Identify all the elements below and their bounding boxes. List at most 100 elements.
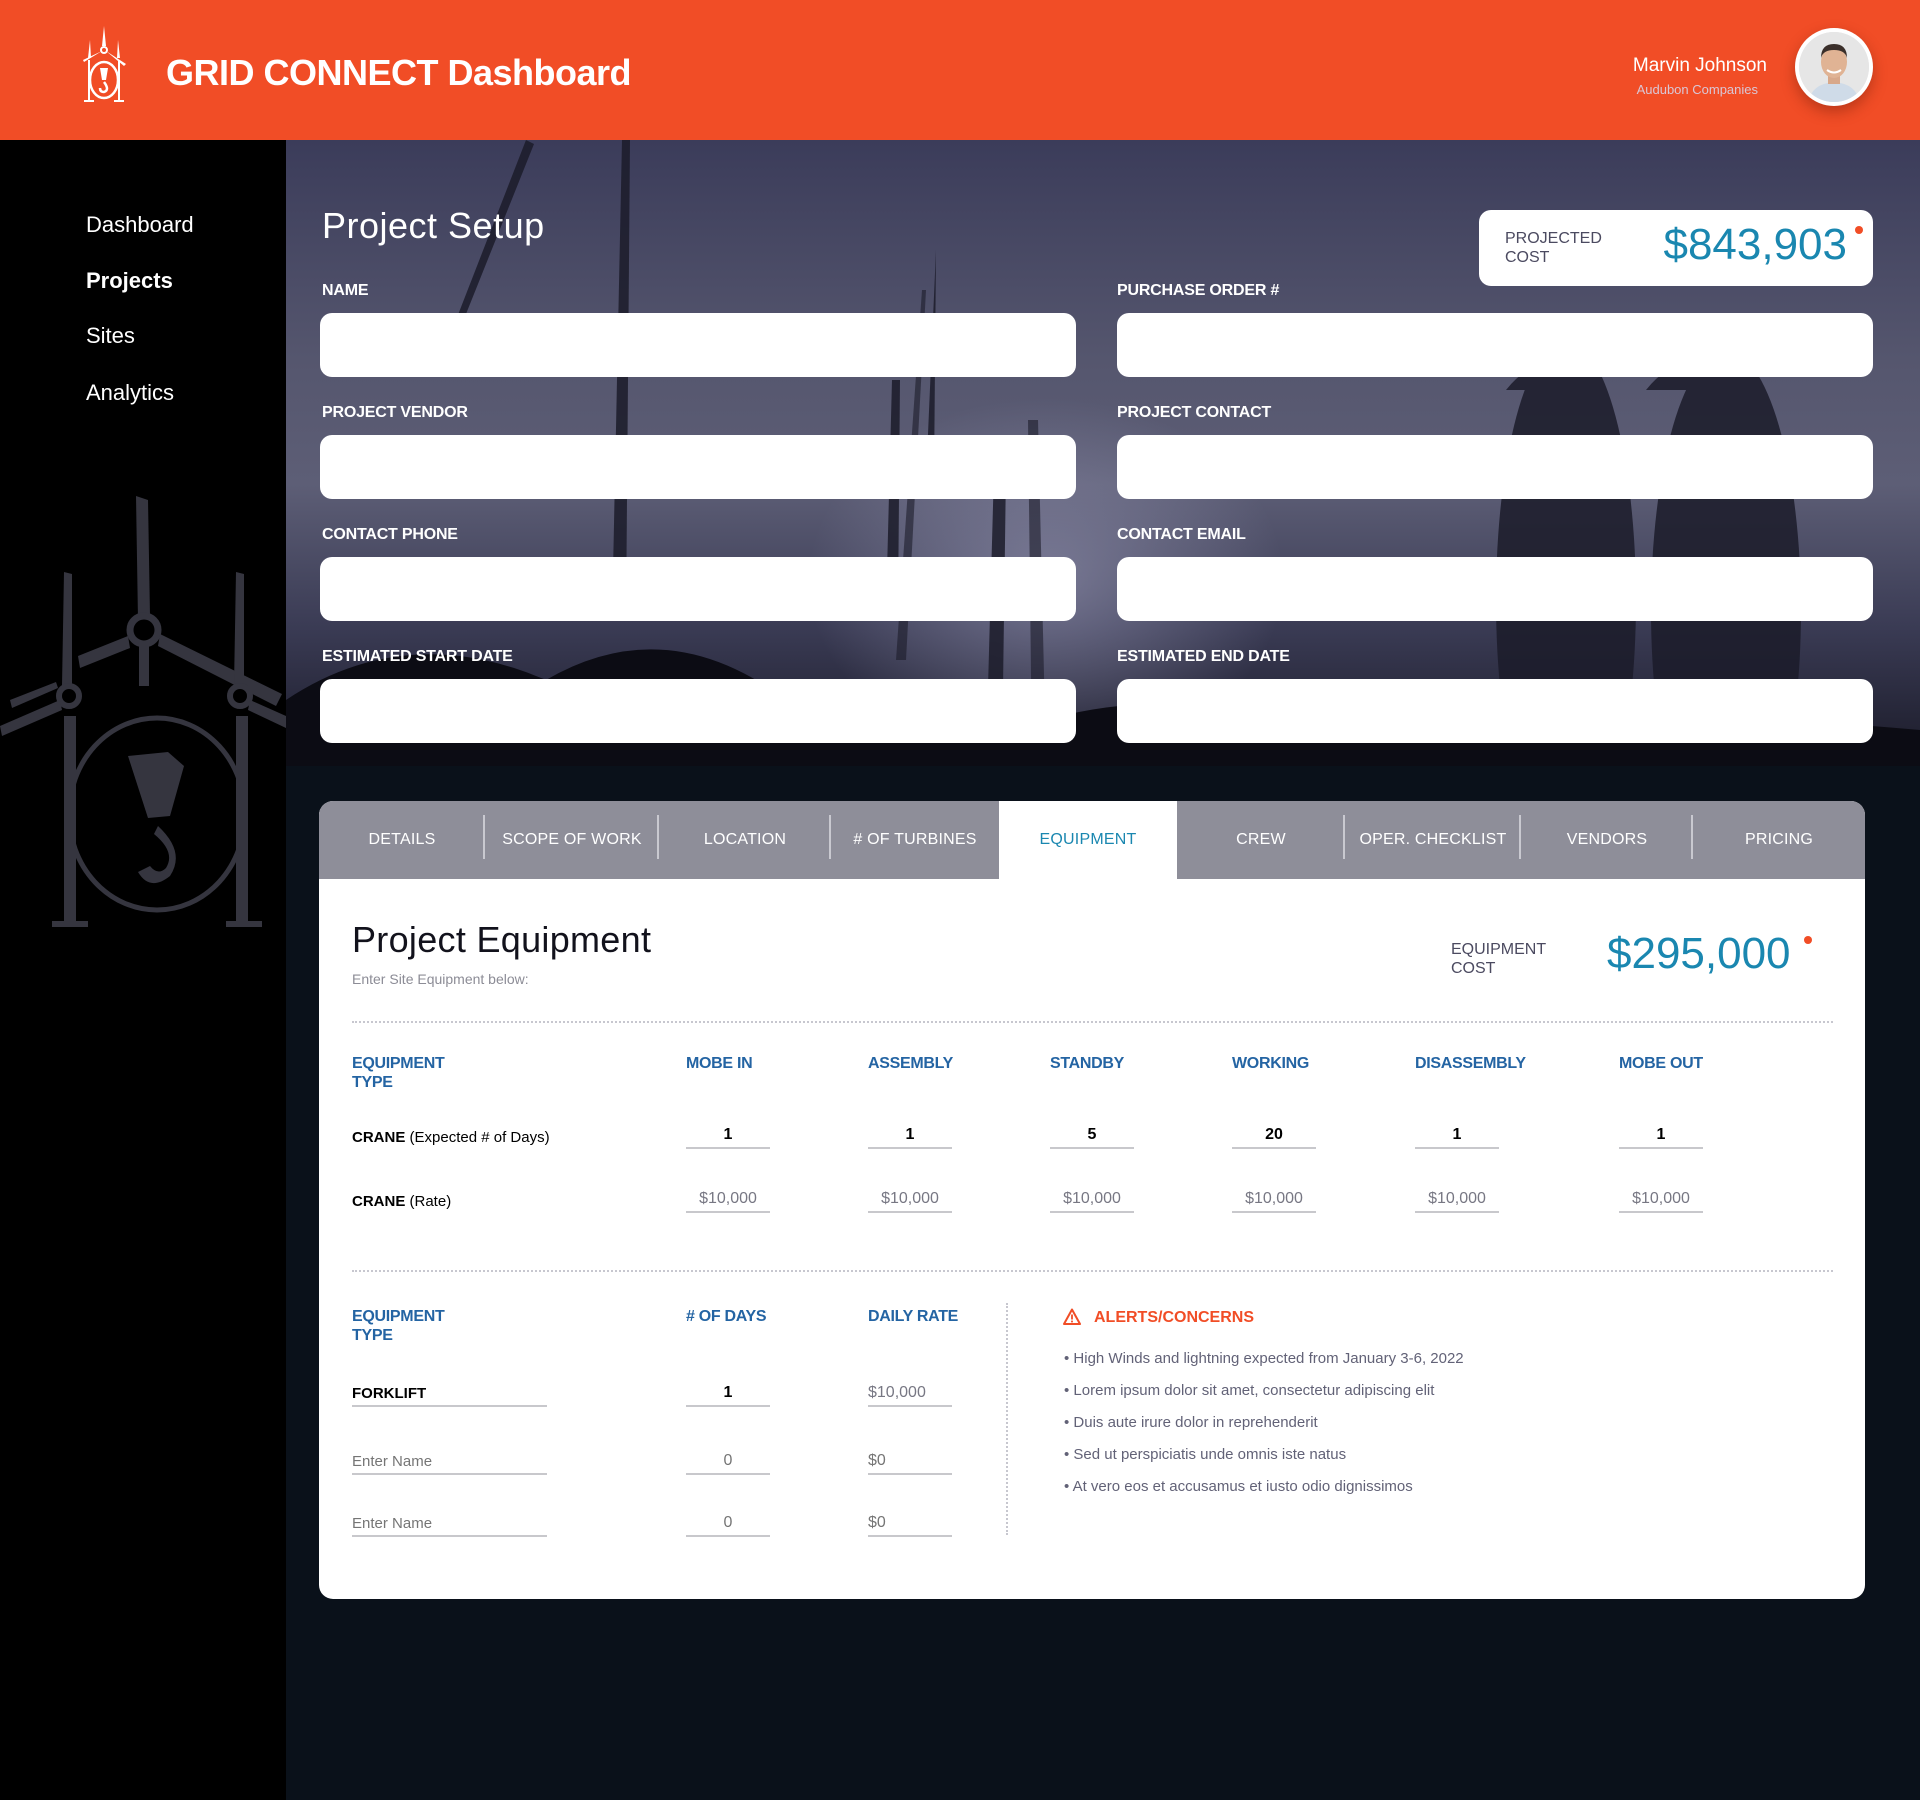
crane-rate-working-input[interactable] — [1232, 1187, 1316, 1213]
project-vendor-input[interactable] — [320, 435, 1076, 499]
tab-label: DETAILS — [368, 831, 436, 848]
tab-details[interactable]: DETAILS — [319, 801, 485, 879]
equipment-name-input[interactable] — [352, 1449, 547, 1475]
crane-name: CRANE — [352, 1129, 406, 1146]
equipment-days-input[interactable] — [686, 1449, 770, 1475]
wind-turbine-crane-logo-icon — [83, 26, 126, 102]
alert-item: • High Winds and lightning expected from… — [1064, 1350, 1464, 1367]
tab-label: VENDORS — [1566, 831, 1648, 848]
sidebar-item-projects[interactable]: Projects — [86, 268, 173, 294]
crane-days-label: CRANE (Expected # of Days) — [352, 1129, 550, 1146]
crane-days-disassembly-input[interactable] — [1415, 1123, 1499, 1149]
tab-pricing[interactable]: PRICING — [1693, 801, 1865, 879]
tab-label: PRICING — [1744, 831, 1814, 848]
alert-item: • Sed ut perspiciatis unde omnis iste na… — [1064, 1446, 1347, 1463]
equipment-panel: DETAILS SCOPE OF WORK LOCATION # OF TURB… — [319, 801, 1865, 1599]
warning-triangle-icon — [1063, 1308, 1081, 1325]
user-name[interactable]: Marvin Johnson — [1633, 55, 1767, 77]
equipment-days-input[interactable] — [686, 1511, 770, 1537]
crane-rate-disassembly-input[interactable] — [1415, 1187, 1499, 1213]
page-title: Project Setup — [322, 205, 545, 246]
working-header: WORKING — [1232, 1055, 1310, 1072]
equipment-cost-value: $295,000 — [1607, 929, 1791, 978]
crane-rate-mobe-in-input[interactable] — [686, 1187, 770, 1213]
crane-rate-standby-input[interactable] — [1050, 1187, 1134, 1213]
purchase-order-label: PURCHASE ORDER # — [1117, 282, 1280, 299]
project-contact-input[interactable] — [1117, 435, 1873, 499]
estimated-start-date-label: ESTIMATED START DATE — [322, 648, 513, 665]
contact-email-input[interactable] — [1117, 557, 1873, 621]
contact-phone-label: CONTACT PHONE — [322, 526, 458, 543]
equipment-name-input[interactable] — [352, 1381, 547, 1407]
estimated-start-date-input[interactable] — [320, 679, 1076, 743]
crane-days-suffix: (Expected # of Days) — [409, 1129, 550, 1146]
equipment-days-input[interactable] — [686, 1381, 770, 1407]
tab-label: CREW — [1236, 831, 1286, 848]
projected-cost-value: $843,903 — [1663, 220, 1847, 269]
contact-phone-input[interactable] — [320, 557, 1076, 621]
wind-turbine-crane-illustration-icon — [0, 496, 286, 927]
notification-dot — [1804, 936, 1812, 944]
sidebar: Dashboard Projects Sites Analytics — [0, 140, 286, 1800]
disassembly-header: DISASSEMBLY — [1415, 1055, 1526, 1072]
equipment-rate-input[interactable] — [868, 1449, 952, 1475]
app-title: GRID CONNECT Dashboard — [166, 52, 632, 93]
tab-crew[interactable]: CREW — [1177, 801, 1345, 879]
mobe-in-header: MOBE IN — [686, 1055, 753, 1072]
standby-header: STANDBY — [1050, 1055, 1125, 1072]
crane-days-mobe-out-input[interactable] — [1619, 1123, 1703, 1149]
tab-label: SCOPE OF WORK — [502, 831, 642, 848]
project-contact-label: PROJECT CONTACT — [1117, 404, 1272, 421]
name-label: NAME — [322, 282, 369, 299]
tab-number-of-turbines[interactable]: # OF TURBINES — [831, 801, 999, 879]
crane-name: CRANE — [352, 1193, 406, 1210]
equipment-type-header: EQUIPMENT TYPE — [352, 1055, 445, 1091]
projected-cost-card: PROJECTED COST $843,903 — [1479, 210, 1873, 286]
crane-rate-assembly-input[interactable] — [868, 1187, 952, 1213]
crane-days-mobe-in-input[interactable] — [686, 1123, 770, 1149]
tab-label: LOCATION — [703, 831, 787, 848]
alert-item: • Duis aute irure dolor in reprehenderit — [1064, 1414, 1318, 1431]
crane-rate-label: CRANE (Rate) — [352, 1193, 451, 1210]
equipment-rate-input[interactable] — [868, 1511, 952, 1537]
user-avatar[interactable] — [1795, 28, 1873, 106]
contact-email-label: CONTACT EMAIL — [1117, 526, 1246, 543]
crane-days-assembly-input[interactable] — [868, 1123, 952, 1149]
divider — [352, 1270, 1833, 1272]
section-title: Project Equipment — [352, 919, 652, 960]
tab-bar: DETAILS SCOPE OF WORK LOCATION # OF TURB… — [319, 801, 1865, 879]
estimated-end-date-label: ESTIMATED END DATE — [1117, 648, 1290, 665]
avatar-photo-icon — [1799, 32, 1869, 102]
mobe-out-header: MOBE OUT — [1619, 1055, 1703, 1072]
estimated-end-date-input[interactable] — [1117, 679, 1873, 743]
tab-label: OPER. CHECKLIST — [1359, 831, 1507, 848]
tab-label: # OF TURBINES — [853, 831, 977, 848]
tab-equipment[interactable]: EQUIPMENT — [999, 801, 1177, 879]
tab-scope-of-work[interactable]: SCOPE OF WORK — [485, 801, 659, 879]
sidebar-item-analytics[interactable]: Analytics — [86, 380, 174, 406]
divider — [352, 1021, 1833, 1023]
projected-cost-label: PROJECTED COST — [1505, 230, 1602, 266]
tab-label: EQUIPMENT — [1039, 831, 1137, 848]
other-equipment-type-header: EQUIPMENT TYPE — [352, 1308, 445, 1344]
vertical-divider — [1006, 1303, 1008, 1535]
alerts-title: ALERTS/CONCERNS — [1094, 1309, 1255, 1326]
sidebar-item-dashboard[interactable]: Dashboard — [86, 212, 194, 238]
tab-vendors[interactable]: VENDORS — [1521, 801, 1693, 879]
tab-location[interactable]: LOCATION — [659, 801, 831, 879]
equipment-name-input[interactable] — [352, 1511, 547, 1537]
crane-days-working-input[interactable] — [1232, 1123, 1316, 1149]
section-subtitle: Enter Site Equipment below: — [352, 971, 529, 987]
alert-item: • Lorem ipsum dolor sit amet, consectetu… — [1064, 1382, 1435, 1399]
tab-oper-checklist[interactable]: OPER. CHECKLIST — [1345, 801, 1521, 879]
crane-rate-mobe-out-input[interactable] — [1619, 1187, 1703, 1213]
crane-rate-suffix: (Rate) — [409, 1193, 452, 1210]
user-company: Audubon Companies — [1636, 82, 1758, 97]
sidebar-item-sites[interactable]: Sites — [86, 323, 135, 349]
purchase-order-input[interactable] — [1117, 313, 1873, 377]
equipment-rate-input[interactable] — [868, 1381, 952, 1407]
alert-item: • At vero eos et accusamus et iusto odio… — [1064, 1478, 1413, 1495]
crane-days-standby-input[interactable] — [1050, 1123, 1134, 1149]
assembly-header: ASSEMBLY — [868, 1055, 954, 1072]
name-input[interactable] — [320, 313, 1076, 377]
